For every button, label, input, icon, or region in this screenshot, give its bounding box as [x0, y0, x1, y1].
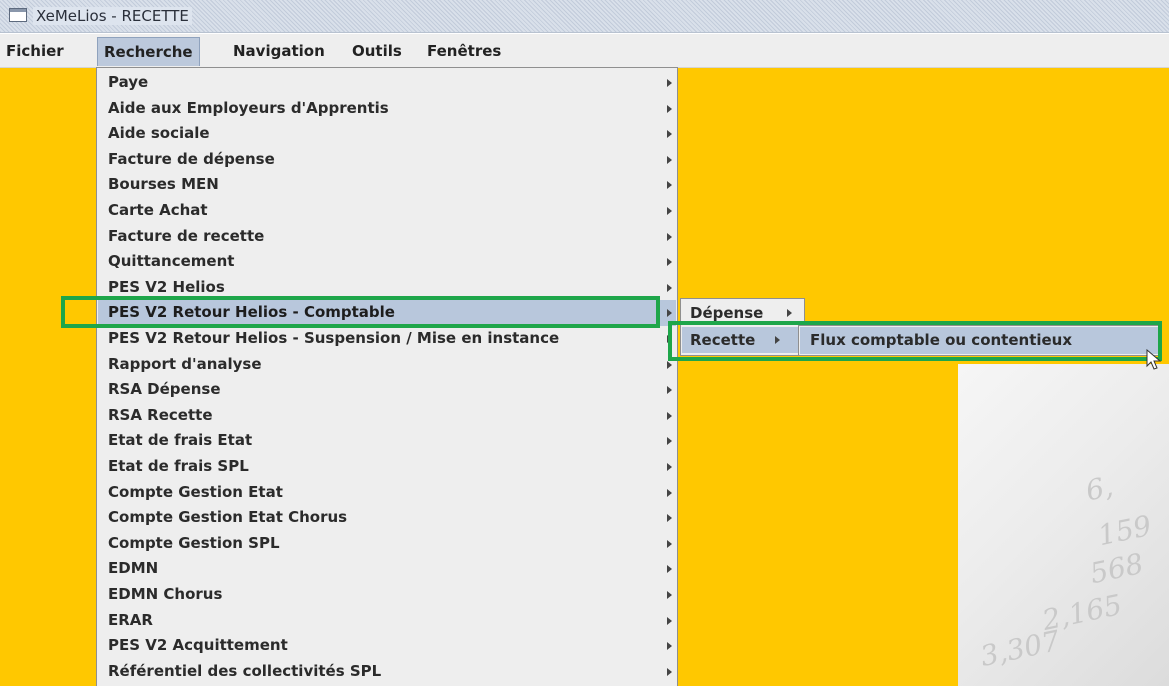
menu-item-label: PES V2 Helios	[108, 277, 225, 296]
menu-item-aide-sociale[interactable]: Aide sociale	[98, 121, 676, 147]
submenu-arrow-icon	[667, 130, 672, 139]
menu-item-label: PES V2 Retour Helios - Suspension / Mise…	[108, 329, 560, 347]
menu-item-label: Etat de frais Etat	[108, 431, 253, 450]
menu-item-pes-v2-retour-suspension[interactable]: PES V2 Retour Helios - Suspension / Mise…	[98, 326, 676, 352]
menu-item-label: Référentiel des collectivités SPL	[108, 661, 382, 680]
menu-item-label: EDMN	[108, 559, 159, 578]
window-icon	[9, 8, 27, 22]
submenu-arrow-icon	[667, 207, 672, 215]
menu-recherche[interactable]: Recherche	[97, 37, 200, 66]
submenu-arrow-icon	[667, 309, 672, 318]
menu-item-label: Compte Gestion Etat	[108, 482, 283, 501]
submenu-arrow-icon	[667, 488, 672, 497]
menu-navigation[interactable]: Navigation	[227, 37, 331, 66]
submenu-arrow-icon	[667, 232, 672, 241]
menu-item-edmn[interactable]: EDMN	[98, 556, 676, 582]
menu-item-label: Carte Achat	[108, 201, 208, 219]
menu-item-quittancement[interactable]: Quittancement	[98, 249, 676, 275]
menu-item-label: Bourses MEN	[108, 175, 219, 194]
submenu-arrow-icon	[667, 79, 672, 87]
background-paper-image: 6, 159 568 2,165 3,307	[958, 364, 1169, 686]
submenu-arrow-icon	[667, 616, 672, 625]
menu-item-label: PES V2 Retour Helios - Comptable	[108, 303, 395, 322]
background-number: 159	[1095, 508, 1155, 553]
submenu-arrow-icon	[667, 386, 672, 395]
submenu-item-flux-comptable[interactable]: Flux comptable ou contentieux	[800, 327, 1158, 354]
submenu-arrow-icon	[667, 642, 672, 651]
menu-item-label: RSA Dépense	[108, 380, 221, 399]
submenu-arrow-icon	[667, 335, 672, 343]
menu-outils[interactable]: Outils	[346, 37, 408, 66]
submenu-item-label: Flux comptable ou contentieux	[810, 331, 1073, 349]
submenu-arrow-icon	[667, 360, 672, 369]
submenu-item-recette[interactable]: Recette	[682, 327, 803, 353]
menu-item-etat-frais-etat[interactable]: Etat de frais Etat	[98, 428, 676, 454]
menu-item-label: Etat de frais SPL	[108, 457, 249, 475]
menu-item-label: Aide aux Employeurs d'Apprentis	[108, 98, 389, 117]
menu-item-label: Rapport d'analyse	[108, 354, 262, 373]
background-number: 3,307	[977, 624, 1063, 673]
submenu-arrow-icon	[667, 565, 672, 574]
submenu-arrow-icon	[667, 591, 672, 599]
menu-item-label: Facture de dépense	[108, 149, 275, 168]
submenu-arrow-icon	[787, 309, 792, 317]
menu-item-label: PES V2 Acquittement	[108, 636, 288, 655]
menu-item-pes-v2-acquittement[interactable]: PES V2 Acquittement	[98, 633, 676, 659]
submenu-arrow-icon	[667, 437, 672, 446]
submenu-item-depense[interactable]: Dépense	[682, 300, 803, 326]
menu-item-label: Quittancement	[108, 252, 235, 271]
window-title: XeMeLios - RECETTE	[33, 7, 192, 25]
submenu-item-label: Recette	[690, 331, 756, 349]
menu-item-compte-gestion-etat[interactable]: Compte Gestion Etat	[98, 480, 676, 506]
submenu-arrow-icon	[667, 667, 672, 676]
menu-item-compte-gestion-etat-chorus[interactable]: Compte Gestion Etat Chorus	[98, 505, 676, 531]
menu-item-label: ERAR	[108, 610, 153, 629]
background-number: 6,	[1082, 469, 1116, 508]
menu-item-label: Compte Gestion Etat Chorus	[108, 508, 348, 527]
submenu-arrow-icon	[667, 411, 672, 420]
submenu-arrow-icon	[667, 514, 672, 523]
recherche-dropdown-menu: Paye Aide aux Employeurs d'Apprentis Aid…	[96, 67, 678, 686]
menubar: Fichier Recherche Navigation Outils Fenê…	[0, 34, 1169, 68]
submenu-arrow-icon	[667, 283, 672, 292]
submenu-arrow-icon	[667, 155, 672, 164]
menu-fichier[interactable]: Fichier	[0, 37, 70, 66]
submenu-item-label: Dépense	[690, 304, 764, 322]
submenu-arrow-icon	[775, 336, 780, 344]
menu-item-aide-employeurs[interactable]: Aide aux Employeurs d'Apprentis	[98, 96, 676, 122]
menu-item-bourses-men[interactable]: Bourses MEN	[98, 172, 676, 198]
menu-fenetres[interactable]: Fenêtres	[421, 37, 507, 66]
menu-item-erar[interactable]: ERAR	[98, 608, 676, 634]
background-number: 568	[1087, 546, 1147, 591]
menu-item-facture-recette[interactable]: Facture de recette	[98, 224, 676, 250]
submenu-arrow-icon	[667, 463, 672, 471]
submenu-arrow-icon	[667, 181, 672, 190]
menu-item-label: Paye	[108, 73, 149, 91]
menu-item-rsa-recette[interactable]: RSA Recette	[98, 403, 676, 429]
menu-item-facture-depense[interactable]: Facture de dépense	[98, 147, 676, 173]
menu-item-paye[interactable]: Paye	[98, 70, 676, 96]
menu-item-edmn-chorus[interactable]: EDMN Chorus	[98, 582, 676, 608]
submenu-arrow-icon	[667, 104, 672, 113]
menu-item-pes-v2-retour-comptable[interactable]: PES V2 Retour Helios - Comptable	[98, 300, 676, 326]
menu-item-rsa-depense[interactable]: RSA Dépense	[98, 377, 676, 403]
menu-item-pes-v2-helios[interactable]: PES V2 Helios	[98, 275, 676, 301]
menu-item-referentiel-collectivites[interactable]: Référentiel des collectivités SPL	[98, 659, 676, 685]
mouse-cursor-icon	[1146, 349, 1162, 370]
menu-item-etat-frais-spl[interactable]: Etat de frais SPL	[98, 454, 676, 480]
menu-item-label: Aide sociale	[108, 124, 210, 143]
menu-item-label: EDMN Chorus	[108, 585, 223, 603]
submenu-depense-recette: Dépense Recette	[680, 298, 805, 356]
menu-item-rapport-analyse[interactable]: Rapport d'analyse	[98, 352, 676, 378]
window-titlebar: XeMeLios - RECETTE	[0, 0, 1169, 33]
menu-item-label: Compte Gestion SPL	[108, 533, 280, 552]
menu-item-compte-gestion-spl[interactable]: Compte Gestion SPL	[98, 531, 676, 557]
submenu-recette: Flux comptable ou contentieux	[798, 325, 1160, 356]
menu-item-label: RSA Recette	[108, 405, 213, 424]
menu-item-label: Facture de recette	[108, 226, 265, 245]
submenu-arrow-icon	[667, 258, 672, 267]
submenu-arrow-icon	[667, 539, 672, 548]
menu-item-carte-achat[interactable]: Carte Achat	[98, 198, 676, 224]
